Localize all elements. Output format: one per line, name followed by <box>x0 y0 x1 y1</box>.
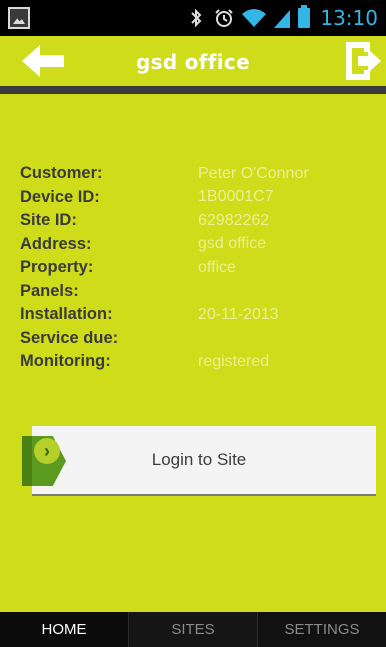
detail-label: Service due: <box>20 328 119 347</box>
detail-row-monitoring: Monitoring: registered <box>20 350 370 374</box>
app-bar: gsd office <box>0 36 386 86</box>
logout-button[interactable] <box>344 40 382 82</box>
detail-label: Site ID: <box>20 211 77 230</box>
detail-row-panels: Panels: <box>20 280 370 304</box>
login-to-site-button[interactable]: › Login to Site <box>22 426 376 496</box>
detail-value: Peter O'Connor <box>198 164 309 182</box>
detail-row-address: Address: gsd office <box>20 233 370 257</box>
detail-value: 20-11-2013 <box>198 305 279 323</box>
header-divider <box>0 86 386 94</box>
detail-label: Device ID: <box>20 187 100 206</box>
detail-label: Property: <box>20 258 94 277</box>
detail-label: Panels: <box>20 281 79 300</box>
detail-value: registered <box>198 352 270 370</box>
login-label: Login to Site <box>151 450 247 469</box>
detail-value: office <box>198 258 236 276</box>
detail-value: 62982262 <box>198 211 270 229</box>
detail-label: Address: <box>20 234 92 253</box>
detail-label: Customer: <box>20 164 103 183</box>
status-bar: 13:10 <box>0 0 386 36</box>
detail-row-customer: Customer: Peter O'Connor <box>20 162 370 186</box>
detail-row-device-id: Device ID: 1B0001C7 <box>20 186 370 210</box>
picture-icon <box>8 7 30 29</box>
detail-row-site-id: Site ID: 62982262 <box>20 209 370 233</box>
logout-icon <box>346 42 381 80</box>
detail-row-installation: Installation: 20-11-2013 <box>20 303 370 327</box>
tab-settings[interactable]: SETTINGS <box>257 612 386 647</box>
detail-row-service-due: Service due: <box>20 327 370 351</box>
detail-value: 1B0001C7 <box>198 188 274 206</box>
detail-value: gsd office <box>198 235 267 253</box>
status-time: 13:10 <box>320 6 378 30</box>
detail-label: Monitoring: <box>20 352 111 371</box>
alarm-icon <box>215 9 233 27</box>
tab-home[interactable]: HOME <box>0 612 128 647</box>
battery-icon <box>298 5 310 28</box>
tab-sites[interactable]: SITES <box>128 612 257 647</box>
bluetooth-icon <box>191 8 202 28</box>
detail-row-property: Property: office <box>20 256 370 280</box>
site-details: Customer: Peter O'Connor Device ID: 1B00… <box>20 162 370 374</box>
status-icons <box>186 8 290 28</box>
detail-label: Installation: <box>20 305 113 324</box>
page-title: gsd office <box>136 50 250 74</box>
wifi-icon <box>242 9 266 27</box>
bottom-nav: HOME SITES SETTINGS <box>0 612 386 647</box>
signal-icon <box>274 10 290 28</box>
